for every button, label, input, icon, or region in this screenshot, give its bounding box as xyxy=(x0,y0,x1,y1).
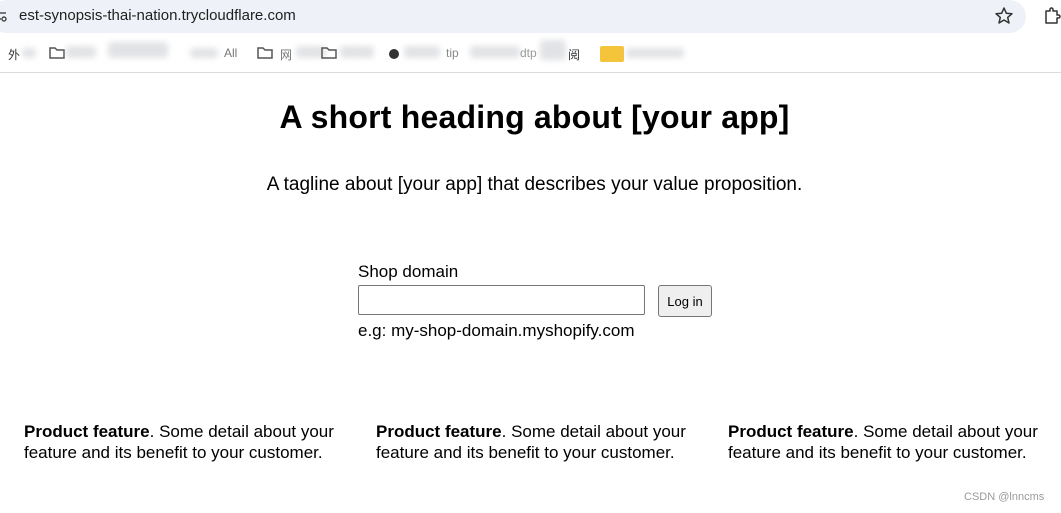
blurred-region xyxy=(626,48,684,58)
bookmark-item[interactable]: tip xyxy=(446,46,459,60)
blurred-region xyxy=(22,48,36,58)
folder-icon[interactable] xyxy=(320,44,338,62)
site-settings-icon[interactable] xyxy=(0,9,7,23)
watermark: CSDN @lnncms xyxy=(964,491,1045,503)
blurred-region xyxy=(470,46,520,58)
blurred-region xyxy=(340,46,374,58)
bookmarks-bar: 外 All 网 tip dtp 阅 xyxy=(0,34,1061,73)
login-button[interactable]: Log in xyxy=(658,285,712,317)
feature-item: Product feature. Some detail about your … xyxy=(728,421,1058,463)
folder-icon[interactable] xyxy=(256,44,274,62)
shop-domain-input[interactable] xyxy=(358,285,645,315)
blurred-region xyxy=(66,46,96,58)
extensions-icon[interactable] xyxy=(1044,7,1061,25)
feature-item: Product feature. Some detail about your … xyxy=(24,421,354,463)
bookmark-favicon-icon[interactable] xyxy=(600,46,624,62)
bookmark-item[interactable]: 外 xyxy=(8,46,20,63)
feature-title: Product feature xyxy=(24,422,150,441)
browser-address-bar: est-synopsis-thai-nation.trycloudflare.c… xyxy=(0,0,1061,34)
bookmark-item[interactable]: 阅 xyxy=(568,46,580,63)
bookmark-item[interactable]: All xyxy=(224,46,237,60)
globe-icon[interactable] xyxy=(386,44,402,62)
bookmark-item[interactable]: 网 xyxy=(280,46,292,63)
shop-domain-help-text: e.g: my-shop-domain.myshopify.com xyxy=(358,321,635,340)
blurred-region xyxy=(190,48,218,58)
blurred-region xyxy=(404,46,440,58)
url-text[interactable]: est-synopsis-thai-nation.trycloudflare.c… xyxy=(19,7,296,24)
page-title: A short heading about [your app] xyxy=(279,99,790,135)
tagline: A tagline about [your app] that describe… xyxy=(266,174,803,195)
feature-item: Product feature. Some detail about your … xyxy=(376,421,706,463)
folder-icon[interactable] xyxy=(48,44,66,62)
shop-domain-label: Shop domain xyxy=(358,262,459,281)
blurred-region xyxy=(540,40,566,60)
omnibox[interactable]: est-synopsis-thai-nation.trycloudflare.c… xyxy=(0,0,1026,33)
feature-title: Product feature xyxy=(728,422,854,441)
feature-title: Product feature xyxy=(376,422,502,441)
bookmark-star-icon[interactable] xyxy=(994,6,1014,26)
bookmark-item[interactable]: dtp xyxy=(520,46,537,60)
blurred-region xyxy=(108,42,168,58)
